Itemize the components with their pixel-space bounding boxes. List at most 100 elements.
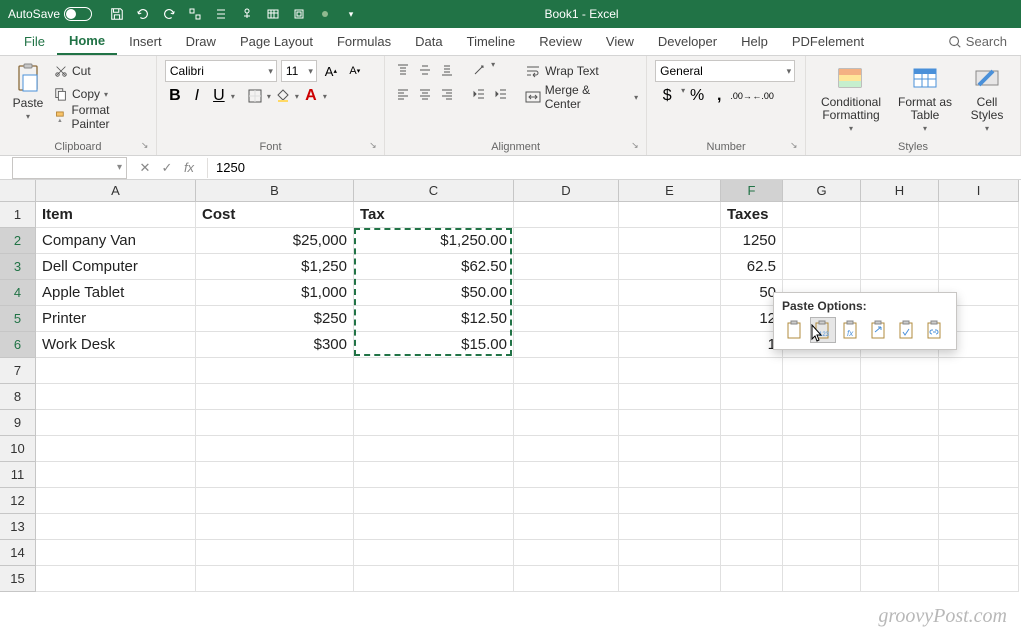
row-header[interactable]: 10 [0, 436, 36, 462]
align-center-icon[interactable] [415, 84, 435, 104]
cell[interactable] [514, 410, 619, 436]
cell[interactable] [619, 436, 721, 462]
tab-timeline[interactable]: Timeline [455, 28, 528, 55]
cell[interactable]: $250 [196, 306, 354, 332]
cell[interactable]: $25,000 [196, 228, 354, 254]
dialog-launcher[interactable]: ↘ [631, 140, 643, 152]
underline-button[interactable]: U [209, 86, 229, 106]
save-icon[interactable] [106, 3, 128, 25]
tab-view[interactable]: View [594, 28, 646, 55]
paste-option-formulas[interactable]: fx [838, 317, 864, 343]
cell[interactable] [783, 488, 861, 514]
fx-icon[interactable]: fx [179, 158, 199, 178]
cell[interactable] [721, 566, 783, 592]
row-header[interactable]: 2 [0, 228, 36, 254]
wrap-text-button[interactable]: Wrap Text [525, 60, 638, 82]
cell[interactable] [354, 358, 514, 384]
cell[interactable] [939, 202, 1019, 228]
tab-file[interactable]: File [12, 28, 57, 55]
cell[interactable] [514, 228, 619, 254]
cell[interactable] [861, 254, 939, 280]
cell[interactable] [514, 514, 619, 540]
row-header[interactable]: 6 [0, 332, 36, 358]
col-header-H[interactable]: H [861, 180, 939, 202]
cell[interactable] [514, 306, 619, 332]
row-header[interactable]: 9 [0, 410, 36, 436]
redo-icon[interactable] [158, 3, 180, 25]
cell[interactable]: $62.50 [354, 254, 514, 280]
tab-home[interactable]: Home [57, 28, 117, 55]
percent-format-icon[interactable]: % [687, 86, 707, 106]
cell[interactable]: $1,250.00 [354, 228, 514, 254]
row-header[interactable]: 3 [0, 254, 36, 280]
cell[interactable] [783, 436, 861, 462]
cell[interactable] [939, 540, 1019, 566]
cell[interactable] [36, 540, 196, 566]
cell[interactable] [36, 410, 196, 436]
cell[interactable]: Tax [354, 202, 514, 228]
cell[interactable] [36, 566, 196, 592]
paste-option-link[interactable] [922, 317, 948, 343]
cell[interactable] [196, 566, 354, 592]
cell[interactable] [939, 410, 1019, 436]
border-button[interactable] [245, 86, 265, 106]
cell[interactable] [619, 306, 721, 332]
cell[interactable] [721, 384, 783, 410]
cell[interactable] [196, 462, 354, 488]
dialog-launcher[interactable]: ↘ [790, 140, 802, 152]
cell[interactable]: Work Desk [36, 332, 196, 358]
cell[interactable] [861, 384, 939, 410]
cell[interactable] [514, 254, 619, 280]
cell[interactable] [36, 358, 196, 384]
cell[interactable]: Cost [196, 202, 354, 228]
row-header[interactable]: 8 [0, 384, 36, 410]
cell[interactable] [196, 488, 354, 514]
cell[interactable] [721, 462, 783, 488]
col-header-C[interactable]: C [354, 180, 514, 202]
cell[interactable] [619, 566, 721, 592]
cell[interactable] [36, 488, 196, 514]
paste-option-paste[interactable] [782, 317, 808, 343]
cell[interactable] [783, 202, 861, 228]
tab-draw[interactable]: Draw [174, 28, 228, 55]
qat-button[interactable] [288, 3, 310, 25]
cell[interactable]: Item [36, 202, 196, 228]
qat-button[interactable] [314, 3, 336, 25]
qat-button[interactable] [184, 3, 206, 25]
cell[interactable]: Dell Computer [36, 254, 196, 280]
cell[interactable] [861, 566, 939, 592]
cell[interactable] [354, 436, 514, 462]
cell[interactable] [783, 228, 861, 254]
cell[interactable]: $12.50 [354, 306, 514, 332]
align-middle-icon[interactable] [415, 60, 435, 80]
cell[interactable] [619, 514, 721, 540]
tab-data[interactable]: Data [403, 28, 454, 55]
conditional-formatting-button[interactable]: Conditional Formatting▾ [814, 60, 888, 135]
tab-review[interactable]: Review [527, 28, 594, 55]
col-header-E[interactable]: E [619, 180, 721, 202]
tab-pdfelement[interactable]: PDFelement [780, 28, 876, 55]
col-header-I[interactable]: I [939, 180, 1019, 202]
paste-option-formatting[interactable] [894, 317, 920, 343]
cell[interactable] [861, 540, 939, 566]
number-format-select[interactable]: General [655, 60, 795, 82]
cell[interactable] [514, 280, 619, 306]
autosave-group[interactable]: AutoSave [0, 7, 100, 21]
cell[interactable] [514, 436, 619, 462]
dialog-launcher[interactable]: ↘ [369, 140, 381, 152]
cell[interactable] [36, 436, 196, 462]
cell[interactable] [514, 540, 619, 566]
comma-format-icon[interactable]: , [709, 86, 729, 106]
decrease-font-icon[interactable]: A▾ [345, 61, 365, 81]
cell[interactable] [939, 566, 1019, 592]
paste-option-values[interactable]: 123 [810, 317, 836, 343]
cell[interactable] [783, 566, 861, 592]
cell[interactable] [939, 254, 1019, 280]
cell[interactable] [861, 462, 939, 488]
paste-button[interactable]: Paste ▾ [8, 60, 48, 123]
qat-button[interactable] [236, 3, 258, 25]
cell[interactable] [939, 488, 1019, 514]
cell[interactable] [619, 280, 721, 306]
qat-button[interactable] [210, 3, 232, 25]
cell[interactable] [354, 488, 514, 514]
